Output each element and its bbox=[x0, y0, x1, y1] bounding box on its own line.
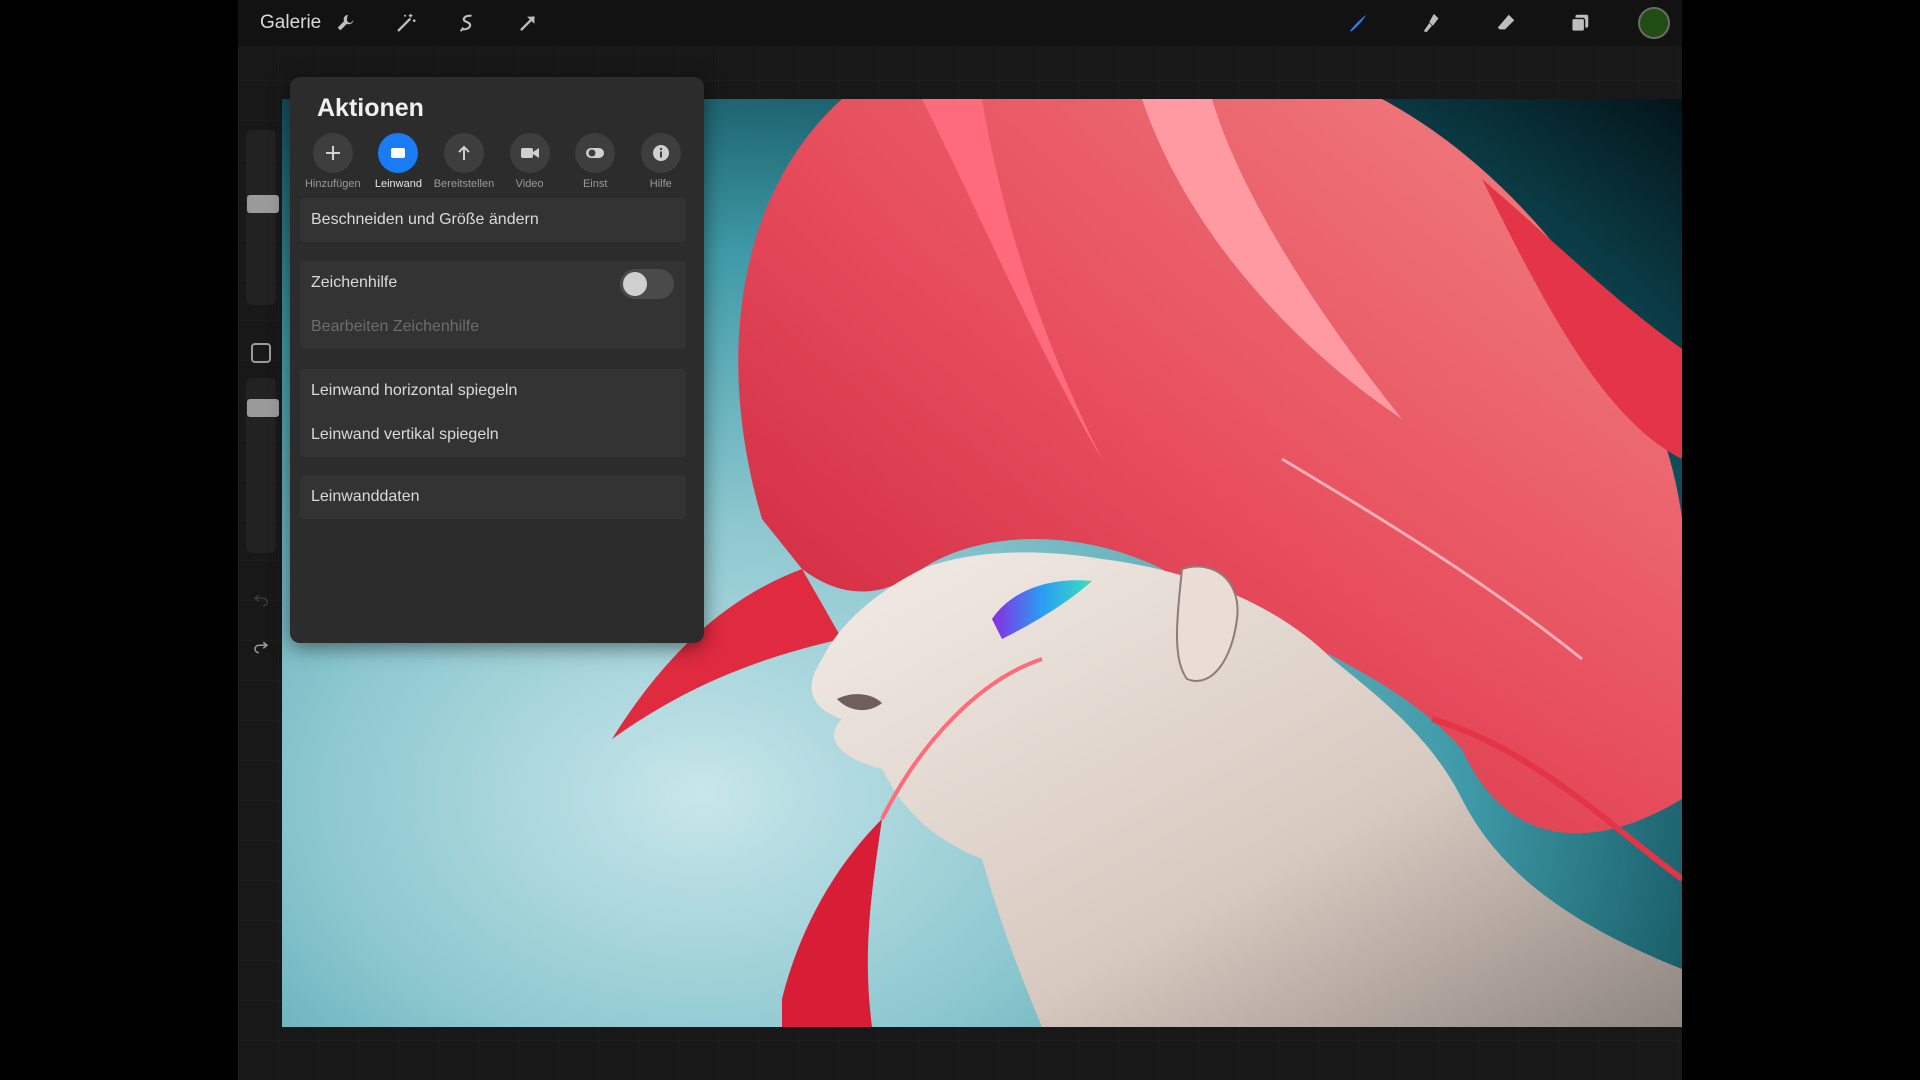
left-sidebar bbox=[238, 100, 284, 680]
toggle-knob bbox=[623, 272, 647, 296]
tab-label: Leinwand bbox=[374, 178, 422, 190]
transform-arrow-icon[interactable] bbox=[515, 10, 541, 36]
canvas-icon bbox=[378, 133, 419, 173]
canvas-info-group: Leinwanddaten bbox=[300, 475, 686, 519]
drawing-guide-label: Zeichenhilfe bbox=[311, 274, 398, 291]
tab-share[interactable]: Bereitstellen bbox=[431, 133, 497, 193]
top-toolbar: Galerie bbox=[238, 0, 1682, 46]
edit-drawing-guide-item: Bearbeiten Zeichenhilfe bbox=[311, 318, 480, 335]
opacity-thumb[interactable] bbox=[247, 399, 279, 417]
current-color-swatch[interactable] bbox=[1638, 7, 1670, 39]
crop-group: Beschneiden und Größe ändern bbox=[300, 198, 686, 242]
wrench-icon[interactable] bbox=[332, 10, 358, 36]
crop-resize-item[interactable]: Beschneiden und Größe ändern bbox=[300, 198, 686, 242]
canvas-info-item[interactable]: Leinwanddaten bbox=[300, 475, 686, 519]
actions-tabs: Hinzufügen Leinwand Bereitstellen Video bbox=[300, 133, 694, 193]
tab-video[interactable]: Video bbox=[497, 133, 563, 193]
drawing-guide-item[interactable]: Zeichenhilfe bbox=[300, 261, 686, 305]
tab-label: Video bbox=[515, 178, 544, 190]
video-camera-icon bbox=[509, 133, 550, 173]
tab-preferences[interactable]: Einst bbox=[562, 133, 628, 193]
info-icon bbox=[640, 133, 681, 173]
panel-title: Aktionen bbox=[317, 94, 424, 122]
tab-add[interactable]: Hinzufügen bbox=[300, 133, 366, 193]
undo-button[interactable] bbox=[248, 586, 274, 612]
tab-label: Hinzufügen bbox=[304, 178, 361, 190]
layers-icon[interactable] bbox=[1567, 10, 1593, 36]
share-arrow-icon bbox=[443, 133, 484, 173]
eraser-icon[interactable] bbox=[1493, 10, 1519, 36]
brush-size-slider[interactable] bbox=[246, 130, 276, 305]
gallery-button[interactable]: Galerie bbox=[260, 12, 321, 34]
tab-canvas[interactable]: Leinwand bbox=[366, 133, 432, 193]
redo-button[interactable] bbox=[248, 633, 274, 659]
flip-group: Leinwand horizontal spiegeln Leinwand ve… bbox=[300, 369, 686, 457]
flip-horizontal-item[interactable]: Leinwand horizontal spiegeln bbox=[300, 369, 686, 413]
brush-icon[interactable] bbox=[1345, 10, 1371, 36]
tab-help[interactable]: Hilfe bbox=[628, 133, 694, 193]
brush-size-thumb[interactable] bbox=[247, 195, 279, 213]
drawing-guide-toggle[interactable] bbox=[620, 269, 674, 299]
tab-label: Einst bbox=[582, 178, 608, 190]
selection-icon[interactable] bbox=[454, 10, 480, 36]
smudge-icon[interactable] bbox=[1419, 10, 1445, 36]
toggle-icon bbox=[575, 133, 616, 173]
procreate-app: Galerie Aktionen Hinzufügen Leinwand Ber… bbox=[238, 0, 1682, 1080]
drawing-guide-group: Zeichenhilfe Bearbeiten Zeichenhilfe bbox=[300, 261, 686, 349]
plus-icon bbox=[312, 133, 353, 173]
magic-wand-icon[interactable] bbox=[393, 10, 419, 36]
modifier-button[interactable] bbox=[251, 343, 271, 363]
tab-label: Bereitstellen bbox=[433, 178, 495, 190]
tab-label: Hilfe bbox=[649, 178, 672, 190]
actions-panel: Aktionen Hinzufügen Leinwand Bereitstell… bbox=[290, 77, 704, 643]
flip-vertical-item[interactable]: Leinwand vertikal spiegeln bbox=[300, 413, 686, 457]
